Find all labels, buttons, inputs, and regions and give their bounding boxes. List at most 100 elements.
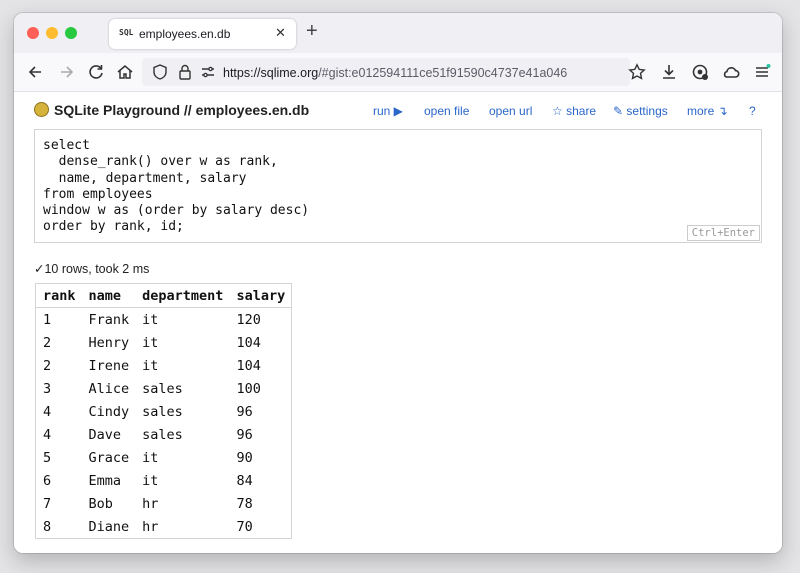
column-header-department: department (135, 283, 230, 308)
table-cell-name: Diane (88, 518, 130, 535)
table-header-row: rank name department salary (35, 283, 292, 308)
table-row: 4 Cindy sales 96 (36, 400, 292, 423)
table-cell-department: sales (142, 403, 183, 420)
browser-window: SQL employees.en.db ✕ + https://sqlime.o… (14, 13, 782, 553)
table-cell-department: sales (142, 380, 183, 397)
more-link[interactable]: more ↴ (687, 104, 728, 118)
menu-icon[interactable] (752, 62, 772, 82)
table-row: 2 Irene it 104 (36, 354, 292, 377)
table-cell-rank: 2 (43, 334, 52, 351)
table-cell-salary: 100 (236, 380, 261, 397)
tab-employees[interactable]: SQL employees.en.db ✕ (109, 19, 296, 49)
table-cell-rank: 6 (43, 472, 52, 489)
url-text[interactable]: https://sqlime.org/#gist:e012594111ce51f… (223, 66, 567, 80)
table-cell-department: hr (142, 495, 159, 512)
table-cell-salary: 104 (236, 334, 261, 351)
table-cell-name: Cindy (88, 403, 130, 420)
table-cell-name: Emma (88, 472, 122, 489)
table-cell-department: it (142, 334, 159, 351)
navigation-bar: https://sqlime.org/#gist:e012594111ce51f… (14, 53, 782, 92)
table-cell-salary: 90 (236, 449, 253, 466)
download-icon[interactable] (659, 62, 679, 82)
table-cell-name: Irene (88, 357, 130, 374)
tab-bar: SQL employees.en.db ✕ + (14, 13, 782, 53)
results-table: rank name department salary 1 Frank it 120 2 Hen… (35, 283, 293, 539)
table-cell-department: hr (142, 518, 159, 535)
url-host: https://sqlime.org (223, 66, 319, 80)
table-cell-name: Alice (88, 380, 130, 397)
run-shortcut-hint: Ctrl+Enter (686, 225, 760, 241)
table-cell-rank: 2 (43, 357, 52, 374)
zoom-window-button[interactable] (65, 27, 77, 39)
table-row: 3 Alice sales 100 (36, 377, 292, 400)
table-cell-name: Frank (88, 311, 130, 328)
table-cell-rank: 3 (43, 380, 52, 397)
code-line[interactable]: from employees (43, 187, 309, 203)
table-cell-name: Bob (88, 495, 113, 512)
table-cell-name: Henry (88, 334, 130, 351)
table-cell-department: it (142, 357, 159, 374)
table-cell-rank: 7 (43, 495, 52, 512)
column-header-salary: salary (229, 283, 292, 308)
home-icon[interactable] (115, 62, 135, 82)
tab-close-icon[interactable]: ✕ (275, 25, 286, 41)
table-cell-rank: 1 (43, 311, 52, 328)
forward-icon[interactable] (56, 62, 76, 82)
query-status: ✓10 rows, took 2 ms (34, 262, 150, 276)
permissions-icon[interactable] (199, 63, 217, 81)
code-line[interactable]: select (43, 138, 309, 154)
share-link[interactable]: ☆ share (552, 104, 596, 118)
table-cell-salary: 70 (236, 518, 253, 535)
shield-icon[interactable] (151, 63, 169, 81)
sql-code[interactable]: select dense_rank() over w as rank, name… (43, 138, 309, 236)
run-button[interactable]: run ▶ (373, 104, 403, 118)
table-cell-rank: 4 (43, 403, 52, 420)
table-row: 6 Emma it 84 (36, 469, 292, 492)
close-window-button[interactable] (27, 27, 39, 39)
table-row: 4 Dave sales 96 (36, 423, 292, 446)
table-cell-salary: 120 (236, 311, 261, 328)
account-icon[interactable] (721, 62, 741, 82)
table-row: 8 Diane hr 70 (36, 515, 292, 539)
table-cell-department: it (142, 472, 159, 489)
table-cell-rank: 5 (43, 449, 52, 466)
code-line[interactable]: name, department, salary (43, 171, 309, 187)
url-bar[interactable]: https://sqlime.org/#gist:e012594111ce51f… (142, 58, 630, 86)
table-cell-salary: 78 (236, 495, 253, 512)
table-cell-name: Grace (88, 449, 130, 466)
lock-icon[interactable] (176, 63, 194, 81)
column-header-name: name (81, 283, 136, 308)
table-cell-salary: 104 (236, 357, 261, 374)
table-cell-department: sales (142, 426, 183, 443)
table-row: 7 Bob hr 78 (36, 492, 292, 515)
table-row: 5 Grace it 90 (36, 446, 292, 469)
open-url-link[interactable]: open url (489, 104, 532, 118)
sql-editor[interactable]: select dense_rank() over w as rank, name… (34, 129, 762, 243)
help-link[interactable]: ? (749, 104, 756, 118)
bookmark-star-icon[interactable] (627, 62, 647, 82)
settings-link[interactable]: ✎ settings (613, 104, 668, 118)
code-line[interactable]: window w as (order by salary desc) (43, 203, 309, 219)
new-tab-button[interactable]: + (306, 21, 318, 41)
column-header-rank: rank (35, 283, 82, 308)
open-file-link[interactable]: open file (424, 104, 469, 118)
reload-icon[interactable] (86, 62, 106, 82)
table-cell-salary: 96 (236, 403, 253, 420)
table-cell-salary: 96 (236, 426, 253, 443)
tab-title: employees.en.db (139, 27, 231, 41)
sqlite-logo-icon (34, 102, 49, 117)
code-line[interactable]: dense_rank() over w as rank, (43, 154, 309, 170)
table-cell-rank: 8 (43, 518, 52, 535)
table-body: 1 Frank it 120 2 Henry it 104 2 Irene it 104 3 Alice s… (36, 308, 292, 539)
code-line[interactable]: order by rank, id; (43, 219, 309, 235)
table-cell-department: it (142, 311, 159, 328)
app-title-text: SQLite Playground // employees.en.db (54, 102, 310, 118)
table-cell-rank: 4 (43, 426, 52, 443)
app-title: SQLite Playground // employees.en.db (34, 102, 309, 118)
back-icon[interactable] (26, 62, 46, 82)
extension-icon[interactable] (690, 62, 710, 82)
sql-favicon-icon: SQL (119, 28, 134, 37)
minimize-window-button[interactable] (46, 27, 58, 39)
page-content: SQLite Playground // employees.en.db run… (14, 92, 782, 553)
table-cell-name: Dave (88, 426, 122, 443)
